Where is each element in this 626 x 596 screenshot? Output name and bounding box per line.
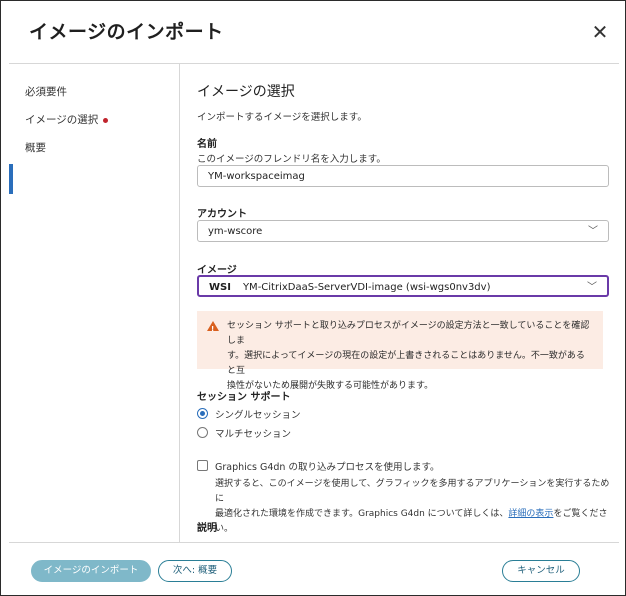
g4dn-checkbox-label: Graphics G4dn の取り込みプロセスを使用します。 [215, 462, 440, 473]
name-input[interactable]: YM-workspaceimag [197, 165, 609, 187]
description-label: 説明 [197, 523, 217, 534]
account-select[interactable]: ym-wscore ﹀ [197, 220, 609, 242]
sidebar-item-label: イメージの選択 [25, 114, 99, 126]
import-image-dialog: イメージのインポート ✕ 必須要件 イメージの選択 概要 イメージの選択 インポ… [0, 0, 626, 596]
radio-single-session[interactable]: シングルセッション [197, 407, 397, 421]
warning-icon: ! [207, 321, 219, 333]
required-dot-icon [103, 117, 109, 123]
name-label: 名前 [197, 139, 217, 150]
warning-text-line: す。選択によってイメージの現在の設定が上書きされることはありません。不一致がある… [227, 351, 585, 376]
chevron-down-icon: ﹀ [587, 282, 597, 293]
chevron-down-icon: ﹀ [588, 226, 598, 237]
warning-banner: ! セッション サポートと取り込みプロセスがイメージの設定方法と一致していること… [197, 311, 603, 391]
next-summary-button[interactable]: 次へ: 概要 [158, 560, 232, 582]
g4dn-description-line: 最適化された環境を作成できます。Graphics G4dn について詳しくは、詳… [215, 507, 615, 537]
sidebar-item-requirements[interactable]: 必須要件 [25, 84, 67, 99]
g4dn-description: 選択すると、このイメージを使用して、グラフィックを多用するアプリケーションを実行… [215, 477, 615, 537]
name-description: このイメージのフレンドリ名を入力します。 [197, 154, 386, 165]
g4dn-checkbox-row[interactable]: Graphics G4dn の取り込みプロセスを使用します。 [197, 459, 609, 473]
radio-selected-icon[interactable] [197, 408, 208, 419]
close-icon[interactable]: ✕ [589, 21, 611, 43]
radio-unselected-icon[interactable] [197, 427, 208, 438]
active-step-indicator [9, 164, 13, 194]
account-select-value: ym-wscore [208, 226, 263, 237]
section-title: イメージの選択 [197, 84, 295, 100]
footer-divider [9, 542, 619, 543]
section-description: インポートするイメージを選択します。 [197, 112, 367, 123]
details-link[interactable]: 詳細の表示 [508, 509, 553, 519]
dialog-title: イメージのインポート [29, 21, 224, 43]
image-label: イメージ [197, 265, 237, 276]
wizard-steps-sidebar: 必須要件 イメージの選択 概要 [9, 64, 180, 542]
sidebar-item-label: 必須要件 [25, 86, 67, 98]
radio-multi-session[interactable]: マルチセッション [197, 426, 397, 440]
warning-text-line: セッション サポートと取り込みプロセスがイメージの設定方法と一致していることを確… [227, 321, 590, 346]
account-label: アカウント [197, 209, 247, 220]
image-type-badge: WSI [209, 282, 231, 293]
cancel-button[interactable]: キャンセル [502, 560, 580, 582]
g4dn-description-line: 選択すると、このイメージを使用して、グラフィックを多用するアプリケーションを実行… [215, 479, 610, 504]
image-select-value: YM-CitrixDaaS-ServerVDI-image (wsi-wgs0n… [242, 282, 491, 293]
image-select[interactable]: WSI YM-CitrixDaaS-ServerVDI-image (wsi-wg… [197, 275, 609, 297]
g4dn-checkbox[interactable] [197, 460, 208, 471]
sidebar-item-label: 概要 [25, 142, 46, 154]
name-input-value: YM-workspaceimag [208, 171, 305, 182]
import-image-button[interactable]: イメージのインポート [31, 560, 151, 582]
radio-label: シングルセッション [215, 410, 301, 421]
radio-label: マルチセッション [215, 429, 292, 440]
g4dn-description-text: 最適化された環境を作成できます。Graphics G4dn について詳しくは、 [215, 509, 509, 519]
sidebar-item-summary[interactable]: 概要 [25, 140, 46, 155]
sidebar-item-select-image[interactable]: イメージの選択 [25, 112, 109, 127]
session-support-label: セッション サポート [197, 392, 291, 403]
